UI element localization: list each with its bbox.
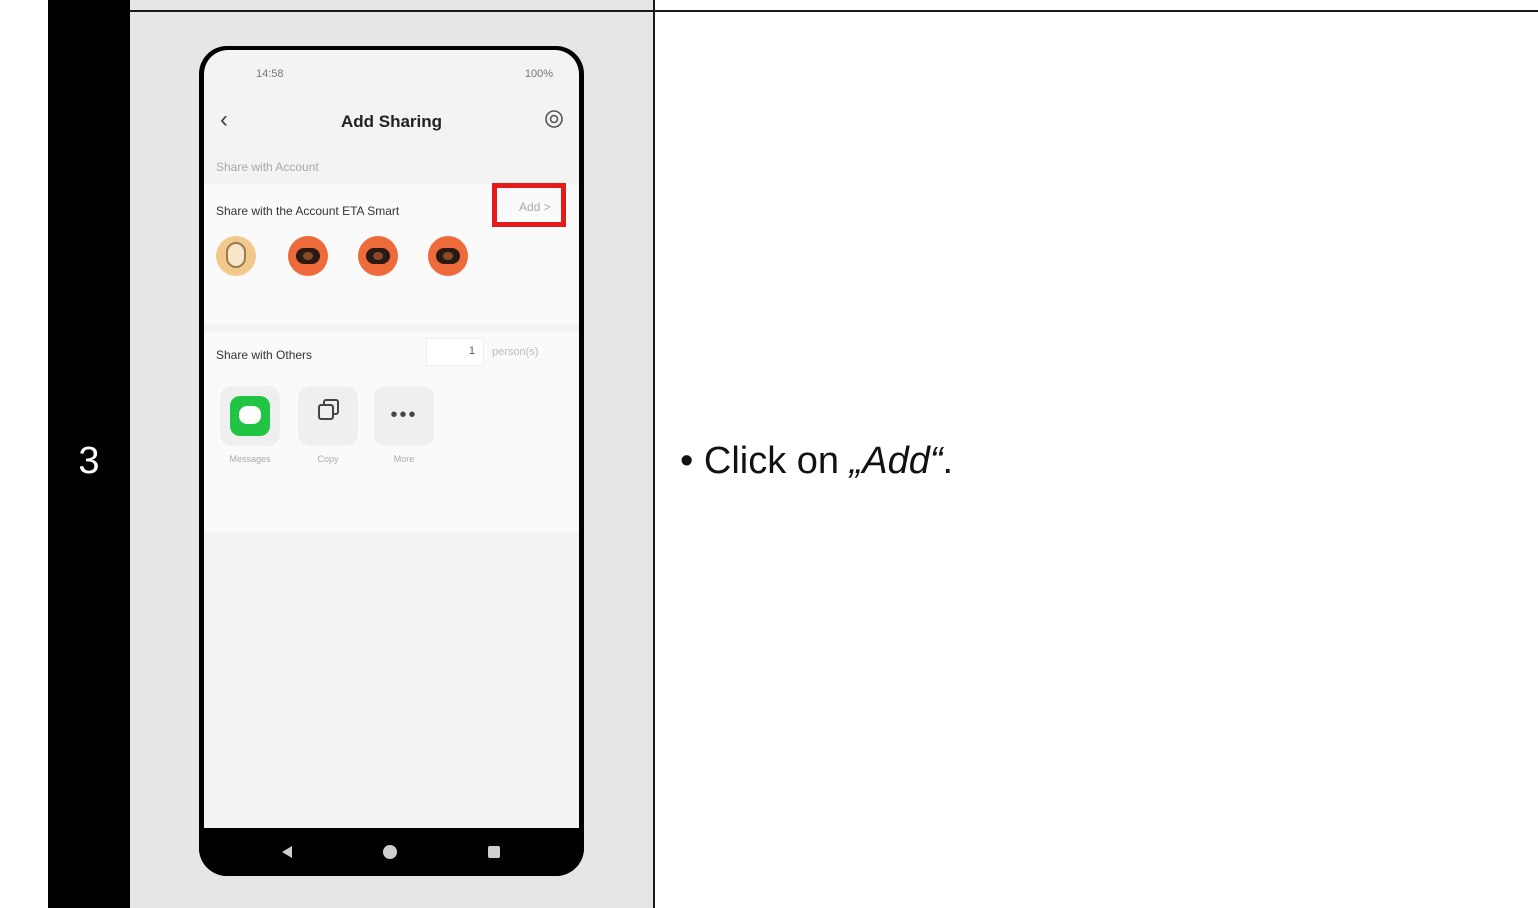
settings-icon[interactable] bbox=[543, 108, 565, 130]
persons-unit-label: person(s) bbox=[492, 346, 539, 358]
more-share-button[interactable]: ••• bbox=[374, 386, 434, 446]
messages-icon bbox=[230, 396, 270, 436]
nav-home-icon[interactable] bbox=[383, 845, 397, 859]
avatar[interactable] bbox=[288, 236, 328, 276]
copy-share-button[interactable] bbox=[298, 386, 358, 446]
avatar[interactable] bbox=[216, 236, 256, 276]
shared-users-list bbox=[210, 236, 512, 490]
share-option-label: Messages bbox=[229, 454, 271, 464]
instruction-quoted: „Add“ bbox=[849, 440, 943, 482]
instruction-suffix: . bbox=[942, 440, 954, 482]
add-account-button[interactable]: Add > bbox=[492, 183, 566, 227]
more-dots-icon: ••• bbox=[390, 404, 418, 426]
status-bar: 14:58 100% bbox=[204, 64, 579, 84]
column-divider bbox=[653, 0, 655, 908]
nav-back-icon[interactable] bbox=[282, 846, 292, 858]
instruction-prefix: Click on bbox=[703, 440, 850, 482]
section-label-account: Share with Account bbox=[216, 160, 319, 174]
messages-share-button[interactable] bbox=[220, 386, 280, 446]
phone-mockup: 14:58 100% ‹ Add Sharing Share with Acco… bbox=[199, 46, 584, 876]
instruction-text: • Click on „Add“. bbox=[680, 440, 953, 483]
add-button-label: Add > bbox=[519, 200, 551, 214]
phone-screen: 14:58 100% ‹ Add Sharing Share with Acco… bbox=[204, 50, 579, 828]
battery-status: 100% bbox=[524, 68, 553, 80]
nav-recents-icon[interactable] bbox=[488, 846, 500, 858]
persons-count-value: 1 bbox=[468, 345, 475, 357]
bullet: • bbox=[680, 440, 694, 482]
others-share-card: Share with Others 1 person(s) ••• Messag… bbox=[204, 332, 579, 532]
table-top-border bbox=[130, 10, 1538, 12]
page-title: Add Sharing bbox=[340, 112, 443, 131]
android-nav-bar bbox=[199, 828, 584, 876]
persons-count-input[interactable]: 1 bbox=[426, 338, 484, 366]
others-share-label: Share with Others bbox=[216, 348, 313, 362]
avatar[interactable] bbox=[428, 236, 468, 276]
avatar[interactable] bbox=[358, 236, 398, 276]
account-share-label: Share with the Account ETA Smart bbox=[216, 204, 400, 218]
share-option-label: Copy bbox=[317, 454, 339, 464]
status-time: 14:58 bbox=[256, 68, 284, 80]
share-option-label: More bbox=[393, 454, 415, 464]
app-header: ‹ Add Sharing bbox=[204, 102, 579, 142]
step-number: 3 bbox=[78, 440, 100, 482]
